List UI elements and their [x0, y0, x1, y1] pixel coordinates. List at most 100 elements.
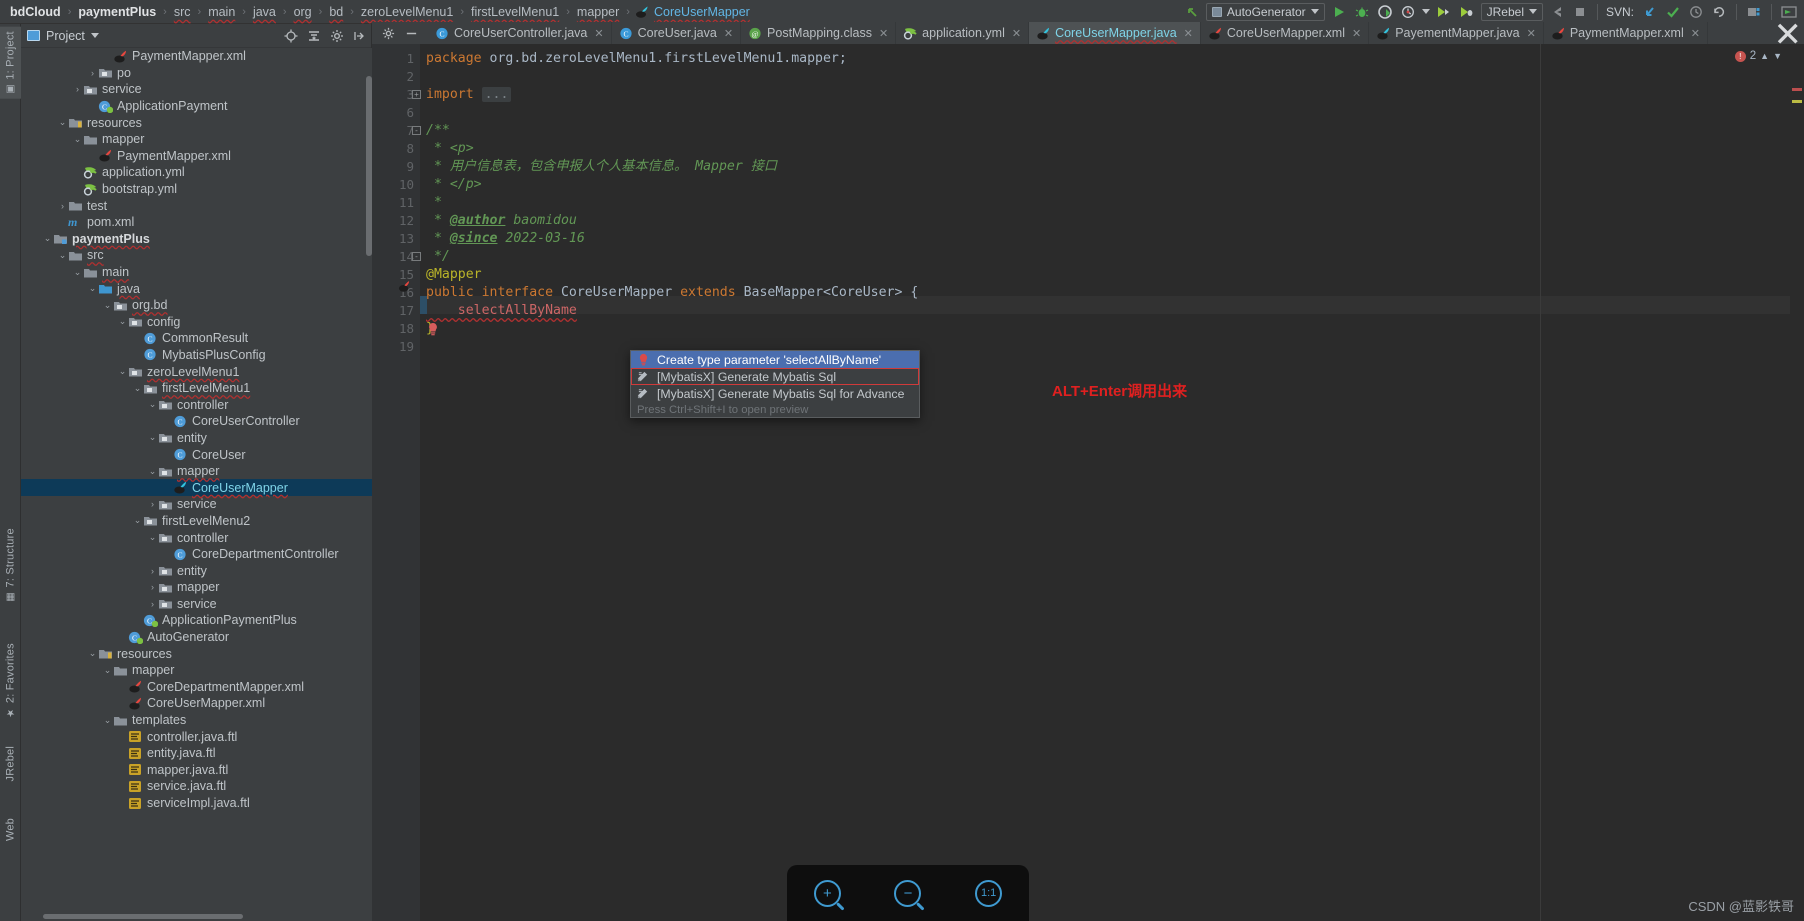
- chevron-right-icon[interactable]: ›: [147, 566, 158, 576]
- run-icon[interactable]: [1330, 3, 1348, 21]
- tree-node-application-yml[interactable]: ›application.yml: [21, 164, 372, 181]
- breadcrumb-item-firstlevelmenu1[interactable]: firstLevelMenu1: [469, 5, 561, 19]
- error-stripe-mark[interactable]: [1792, 88, 1802, 91]
- tree-node-bootstrap-yml[interactable]: ›bootstrap.yml: [21, 181, 372, 198]
- tree-node-controller-java-ftl[interactable]: ›controller.java.ftl: [21, 728, 372, 745]
- code-text-area[interactable]: package org.bd.zeroLevelMenu1.firstLevel…: [420, 44, 1804, 921]
- code-editor[interactable]: 1 2 3 6 7 8 9 10 11 12 13 14 15 16 17 18 19 + - - package o…: [372, 44, 1804, 921]
- collapse-all-icon[interactable]: [307, 29, 321, 43]
- chevron-down-icon[interactable]: [1310, 9, 1319, 14]
- tree-node-zerolevelmenu1[interactable]: ⌄ zeroLevelMenu1: [21, 363, 372, 380]
- tree-node-firstlevelmenu2[interactable]: ⌄ firstLevelMenu2: [21, 513, 372, 530]
- chevron-down-icon[interactable]: ⌄: [132, 515, 143, 526]
- tree-node-entity-java-ftl[interactable]: ›entity.java.ftl: [21, 745, 372, 762]
- code-line[interactable]: * 用户信息表，包含申报人个人基本信息。 Mapper 接口: [426, 158, 777, 176]
- tree-node-coredepartmentmapper-xml[interactable]: ›CoreDepartmentMapper.xml: [21, 679, 372, 696]
- breadcrumb-item-main[interactable]: main: [206, 5, 237, 19]
- chevron-down-icon[interactable]: ⌄: [117, 316, 128, 327]
- tree-node-coreuser[interactable]: ›CCoreUser: [21, 446, 372, 463]
- breadcrumb-item-mapper[interactable]: mapper: [575, 5, 621, 19]
- chevron-down-icon[interactable]: [90, 33, 99, 38]
- sidebar-item-structure[interactable]: ▦ 7: Structure: [0, 524, 21, 606]
- tree-node-pom-xml[interactable]: ›mpom.xml: [21, 214, 372, 231]
- editor-tab-paymentmapper-xml[interactable]: PaymentMapper.xml ✕: [1544, 22, 1708, 44]
- close-tab-icon[interactable]: ✕: [1012, 27, 1021, 40]
- chevron-down-icon[interactable]: ⌄: [57, 250, 68, 261]
- debug-icon[interactable]: [1353, 3, 1371, 21]
- tree-node-service[interactable]: › service: [21, 496, 372, 513]
- zoom-reset-button[interactable]: 1:1: [972, 876, 1006, 910]
- breadcrumb-item-java[interactable]: java: [251, 5, 278, 19]
- chevron-right-icon[interactable]: ›: [147, 499, 158, 509]
- svn-commit-icon[interactable]: [1664, 3, 1682, 21]
- tree-horizontal-scrollbar[interactable]: [43, 914, 243, 919]
- settings-gear-icon[interactable]: [330, 29, 344, 43]
- profiler-chevron-icon[interactable]: [1421, 9, 1430, 14]
- tree-node-paymentplus[interactable]: ⌄ paymentPlus: [21, 231, 372, 248]
- jrebel-brand-icon[interactable]: [1548, 3, 1566, 21]
- jrebel-selector[interactable]: JRebel: [1480, 2, 1543, 21]
- tree-node-controller[interactable]: ⌄ controller: [21, 529, 372, 546]
- chevron-down-icon[interactable]: ⌄: [147, 466, 158, 477]
- close-icon[interactable]: ✕: [1774, 18, 1803, 52]
- editor-tab-coreuser-java[interactable]: C CoreUser.java ✕: [612, 22, 742, 44]
- run-configuration-selector[interactable]: AutoGenerator: [1205, 2, 1325, 21]
- tree-node-service[interactable]: › service: [21, 596, 372, 613]
- tree-node-paymentmapper-xml[interactable]: ›PaymentMapper.xml: [21, 48, 372, 65]
- tree-node-coreusermapper-xml[interactable]: ›CoreUserMapper.xml: [21, 695, 372, 712]
- chevron-down-icon[interactable]: ⌄: [147, 432, 158, 443]
- intention-actions-popup[interactable]: Create type parameter 'selectAllByName' […: [630, 350, 920, 418]
- close-tab-icon[interactable]: ✕: [594, 27, 603, 40]
- tree-node-mapper-java-ftl[interactable]: ›mapper.java.ftl: [21, 762, 372, 779]
- chevron-right-icon[interactable]: ›: [147, 599, 158, 609]
- tree-node-config[interactable]: ⌄ config: [21, 314, 372, 331]
- chevron-up-icon[interactable]: ▲: [1760, 51, 1769, 61]
- editor-vertical-scrollbar[interactable]: [1790, 44, 1804, 921]
- chevron-right-icon[interactable]: ›: [147, 582, 158, 592]
- code-line[interactable]: import ...: [426, 86, 512, 104]
- coverage-icon[interactable]: [1376, 3, 1394, 21]
- tree-node-java[interactable]: ⌄ java: [21, 280, 372, 297]
- code-line[interactable]: package org.bd.zeroLevelMenu1.firstLevel…: [426, 50, 847, 68]
- tree-node-serviceimpl-java-ftl[interactable]: ›serviceImpl.java.ftl: [21, 795, 372, 812]
- chevron-down-icon[interactable]: ⌄: [102, 300, 113, 311]
- close-tab-icon[interactable]: ✕: [724, 27, 733, 40]
- tree-node-applicationpaymentplus[interactable]: ›CApplicationPaymentPlus: [21, 612, 372, 629]
- code-line[interactable]: * @since 2022-03-16: [426, 230, 585, 248]
- tree-node-service-java-ftl[interactable]: ›service.java.ftl: [21, 778, 372, 795]
- back-arrow-icon[interactable]: [1183, 3, 1201, 21]
- close-tab-icon[interactable]: ✕: [1691, 27, 1700, 40]
- tree-node-autogenerator[interactable]: ›CAutoGenerator: [21, 629, 372, 646]
- chevron-down-icon[interactable]: [1528, 9, 1537, 14]
- sidebar-item-favorites[interactable]: ★ 2: Favorites: [0, 639, 21, 722]
- tree-node-entity[interactable]: ⌄ entity: [21, 430, 372, 447]
- tree-node-commonresult[interactable]: ›CCommonResult: [21, 330, 372, 347]
- jrebel-debug-icon[interactable]: [1458, 3, 1476, 21]
- svn-update-icon[interactable]: [1641, 3, 1659, 21]
- warning-stripe-mark[interactable]: [1792, 100, 1802, 103]
- editor-tab-application-yml[interactable]: application.yml ✕: [896, 22, 1030, 44]
- tree-node-resources[interactable]: ⌄ resources: [21, 645, 372, 662]
- code-line[interactable]: */: [426, 248, 450, 266]
- tree-node-mapper[interactable]: ⌄ mapper: [21, 463, 372, 480]
- locate-icon[interactable]: [284, 29, 298, 43]
- intention-item-1[interactable]: [MybatisX] Generate Mybatis Sql: [631, 368, 919, 385]
- tree-node-org-bd[interactable]: ⌄ org.bd: [21, 297, 372, 314]
- sidebar-item-web[interactable]: Web: [0, 814, 21, 845]
- breadcrumb-item-org[interactable]: org: [292, 5, 314, 19]
- editor-tab-payementmapper-java[interactable]: PayementMapper.java ✕: [1369, 22, 1544, 44]
- tree-node-coredepartmentcontroller[interactable]: ›CCoreDepartmentController: [21, 546, 372, 563]
- chevron-down-icon[interactable]: ⌄: [72, 267, 83, 278]
- close-tab-icon[interactable]: ✕: [879, 27, 888, 40]
- tree-node-firstlevelmenu1[interactable]: ⌄ firstLevelMenu1: [21, 380, 372, 397]
- chevron-down-icon[interactable]: ⌄: [102, 665, 113, 676]
- screenshot-zoom-toolbar[interactable]: + − 1:1: [787, 865, 1029, 921]
- chevron-down-icon[interactable]: ⌄: [102, 715, 113, 726]
- close-tab-icon[interactable]: ✕: [1352, 27, 1361, 40]
- close-tab-icon[interactable]: ✕: [1184, 27, 1193, 40]
- tree-node-service[interactable]: › service: [21, 81, 372, 98]
- editor-tab-postmapping-class[interactable]: @ PostMapping.class ✕: [741, 22, 897, 44]
- close-tab-icon[interactable]: ✕: [1527, 27, 1536, 40]
- chevron-down-icon[interactable]: ⌄: [87, 283, 98, 294]
- tree-node-main[interactable]: ⌄ main: [21, 264, 372, 281]
